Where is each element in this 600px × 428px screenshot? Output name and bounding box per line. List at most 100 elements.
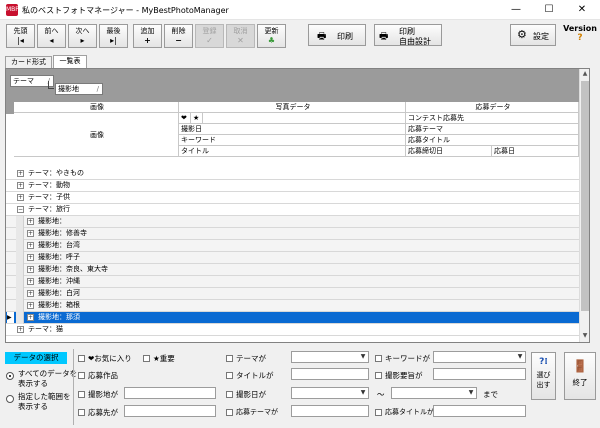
title-checkbox[interactable] <box>226 371 233 380</box>
tab-list[interactable]: 一覧表 <box>53 55 87 69</box>
group-row-location[interactable]: + 撮影地：箱根 <box>6 300 579 312</box>
group-row-location[interactable]: + 撮影地：白河 <box>6 288 579 300</box>
expand-icon[interactable]: + <box>27 302 34 309</box>
entry-title-input[interactable] <box>433 405 526 417</box>
settings-button[interactable]: ⚙ 設定 <box>510 24 556 46</box>
expand-icon[interactable]: + <box>17 182 24 189</box>
group-row-theme[interactable]: + テーマ：やきもの <box>6 168 579 180</box>
header-contest[interactable]: コンテスト応募先 <box>406 113 579 124</box>
group-row-location[interactable]: + 撮影地：沖縄 <box>6 276 579 288</box>
group-row-label: 撮影地：修善寺 <box>38 229 87 237</box>
shoot-date-from[interactable]: ▼ <box>291 387 369 399</box>
scroll-down-icon[interactable]: ▼ <box>580 331 589 341</box>
data-grid[interactable]: テーマ / 撮影地 / 画像 写真データ 応募データ 画像 ❤ ★ 撮影日 キーワー… <box>5 68 590 343</box>
expand-icon[interactable]: + <box>27 290 34 297</box>
header-entry-title[interactable]: 応募タイトル <box>406 135 579 146</box>
entry-to-checkbox[interactable] <box>78 408 85 417</box>
group-row-theme[interactable]: + テーマ：子供 <box>6 192 579 204</box>
keyword-dropdown[interactable]: ▼ <box>433 351 526 363</box>
theme-checkbox[interactable] <box>226 354 233 363</box>
expand-icon[interactable]: + <box>17 194 24 201</box>
filter-section-title: データの選択 <box>5 352 67 364</box>
next-button[interactable]: 次へ ▸ <box>68 24 97 48</box>
entry-theme-checkbox[interactable] <box>226 408 233 417</box>
shoot-date-to[interactable]: ▼ <box>391 387 477 399</box>
update-button[interactable]: 更新 ♣ <box>257 24 286 48</box>
close-button[interactable]: ✕ <box>566 0 598 20</box>
expand-icon[interactable]: + <box>27 254 34 261</box>
header-photo-data[interactable]: 写真データ <box>179 102 406 113</box>
cancel-button[interactable]: 取消 ✕ <box>226 24 255 48</box>
expand-icon[interactable]: + <box>27 266 34 273</box>
radio-all-label-2: 表示する <box>18 379 48 388</box>
entry-theme-input[interactable] <box>291 405 369 417</box>
first-button[interactable]: 先頭 |◂ <box>6 24 35 48</box>
important-checkbox[interactable] <box>143 354 150 363</box>
exit-button[interactable]: 🚪 終了 <box>564 352 596 400</box>
header-deadline[interactable]: 応募締切日 <box>406 146 492 157</box>
radio-all-indicator[interactable] <box>6 371 14 380</box>
select-button[interactable]: ?⁞ 選び 出す <box>531 352 556 400</box>
expand-icon[interactable]: + <box>27 314 34 321</box>
group-row-location[interactable]: ▶ + 撮影地：那須 <box>6 312 579 324</box>
group-row-location[interactable]: + 撮影地：台湾 <box>6 240 579 252</box>
group-row-location[interactable]: + 撮影地：奈良、東大寺 <box>6 264 579 276</box>
print-free-button[interactable]: 🖶 印刷 自由設計 <box>374 24 442 46</box>
expand-icon[interactable]: + <box>27 242 34 249</box>
header-entry-theme[interactable]: 応募テーマ <box>406 124 579 135</box>
radio-range-indicator[interactable] <box>6 394 14 403</box>
register-button[interactable]: 登録 ✓ <box>195 24 224 48</box>
group-row-location[interactable]: + 撮影地： <box>6 216 579 228</box>
last-button[interactable]: 最後 ▸| <box>99 24 128 48</box>
expand-icon[interactable]: + <box>17 170 24 177</box>
prev-button[interactable]: 前へ ◂ <box>37 24 66 48</box>
header-entry-date[interactable]: 応募日 <box>492 146 579 157</box>
group-row-theme[interactable]: + テーマ：動物 <box>6 180 579 192</box>
header-keyword[interactable]: キーワード <box>179 135 406 146</box>
divider <box>73 349 74 425</box>
shoot-note-checkbox[interactable] <box>375 371 382 380</box>
location-checkbox[interactable] <box>78 390 85 399</box>
header-entry-data[interactable]: 応募データ <box>406 102 579 113</box>
group-row-theme[interactable]: + テーマ：猫 <box>6 324 579 336</box>
entry-to-input[interactable] <box>124 405 216 417</box>
print-button[interactable]: 🖶 印刷 <box>308 24 366 46</box>
shoot-date-checkbox[interactable] <box>226 390 233 399</box>
location-input[interactable] <box>124 387 216 399</box>
add-button[interactable]: 追加 + <box>133 24 162 48</box>
expand-icon[interactable]: + <box>17 326 24 333</box>
favorite-checkbox[interactable] <box>78 354 85 363</box>
keyword-checkbox[interactable] <box>375 354 382 363</box>
header-star[interactable]: ★ <box>191 113 203 124</box>
group-row-theme[interactable]: − テーマ：旅行 <box>6 204 579 216</box>
maximize-button[interactable]: ☐ <box>533 0 565 20</box>
minimize-button[interactable]: — <box>500 0 532 20</box>
tab-card[interactable]: カード形式 <box>5 56 52 68</box>
title-input[interactable] <box>291 368 369 380</box>
expand-icon[interactable]: + <box>27 230 34 237</box>
entry-work-checkbox[interactable] <box>78 371 85 380</box>
delete-button[interactable]: 削除 − <box>164 24 193 48</box>
collapse-icon[interactable]: − <box>17 206 24 213</box>
radio-range[interactable] <box>6 394 14 403</box>
header-title[interactable]: タイトル <box>179 146 406 157</box>
version-button[interactable]: Version ? <box>562 24 598 48</box>
sort-icon: / <box>96 85 99 93</box>
group-row-location[interactable]: + 撮影地：呼子 <box>6 252 579 264</box>
entry-title-checkbox[interactable] <box>375 408 382 417</box>
scroll-up-icon[interactable]: ▲ <box>580 69 589 79</box>
vertical-scrollbar[interactable]: ▲ ▼ <box>579 69 589 342</box>
scroll-thumb[interactable] <box>581 81 589 311</box>
shoot-note-input[interactable] <box>433 368 526 380</box>
add-label: 追加 <box>140 27 155 35</box>
group-chip-location[interactable]: 撮影地 / <box>55 83 103 95</box>
radio-all[interactable] <box>6 371 14 380</box>
expand-icon[interactable]: + <box>27 278 34 285</box>
header-image[interactable]: 画像 <box>14 102 179 113</box>
header-shoot-date[interactable]: 撮影日 <box>179 124 406 135</box>
theme-dropdown[interactable]: ▼ <box>291 351 369 363</box>
expand-icon[interactable]: + <box>27 218 34 225</box>
group-row-location[interactable]: + 撮影地：修善寺 <box>6 228 579 240</box>
header-heart[interactable]: ❤ <box>179 113 191 124</box>
header-image-sub[interactable]: 画像 <box>14 113 179 157</box>
